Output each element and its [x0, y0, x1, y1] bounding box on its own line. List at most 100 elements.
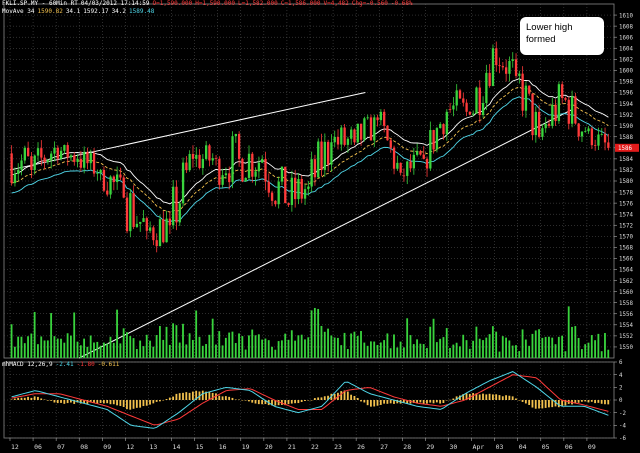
- volume-bar: [112, 342, 115, 358]
- x-tick-label: 12: [126, 443, 134, 451]
- macd-histogram-bar: [317, 397, 320, 400]
- volume-bar: [340, 345, 343, 358]
- candle-body: [20, 160, 23, 170]
- candle-body: [188, 153, 191, 171]
- volume-bar: [557, 336, 560, 358]
- volume-bar: [17, 336, 20, 358]
- x-tick-label: 05: [542, 443, 550, 451]
- volume-bar: [66, 333, 69, 358]
- candle-body: [570, 96, 574, 124]
- macd-histogram-bar: [452, 398, 455, 400]
- volume-bar: [541, 337, 544, 358]
- candle-body: [300, 178, 303, 199]
- macd-histogram-bar: [439, 400, 442, 404]
- y-tick-label: 1552: [619, 334, 633, 340]
- macd-histogram-bar: [23, 397, 26, 400]
- y-tick-label: 1590: [619, 124, 633, 130]
- volume-bar: [498, 351, 501, 358]
- ma-value-3: 1589.48: [129, 8, 155, 15]
- volume-bar: [488, 334, 491, 358]
- macd-histogram-bar: [505, 395, 507, 400]
- candle-body: [125, 197, 129, 232]
- candle-body: [26, 147, 30, 157]
- candle-body: [287, 203, 290, 205]
- volume-bar: [515, 345, 517, 358]
- candle-body: [501, 66, 505, 68]
- volume-bar: [271, 346, 273, 358]
- candle-body: [514, 59, 518, 76]
- candle-body: [211, 158, 214, 161]
- volume-bar: [46, 340, 49, 358]
- candle-body: [241, 158, 244, 182]
- volume-bar: [221, 345, 224, 358]
- macd-histogram-bar: [152, 400, 155, 404]
- candle-body: [205, 145, 208, 159]
- candle-body: [89, 153, 92, 164]
- header-line-1: FKLI.SP.MY - 60Min RT 04/03/2012 17:14:59…: [2, 0, 416, 8]
- candle-body: [155, 240, 158, 247]
- macd-histogram-bar: [557, 400, 560, 408]
- candle-body: [56, 147, 59, 159]
- volume-bar: [195, 310, 198, 358]
- macd-histogram-bar: [386, 400, 389, 404]
- macd-histogram-bar: [383, 400, 385, 404]
- candle-body: [363, 118, 366, 140]
- macd-histogram-bar: [182, 392, 184, 400]
- candle-body: [135, 223, 139, 227]
- volume-bar: [577, 337, 580, 358]
- volume-bar: [379, 342, 382, 358]
- volume-bar: [511, 345, 514, 358]
- candle-body: [43, 157, 46, 162]
- volume-bar: [30, 333, 33, 358]
- volume-bar: [462, 334, 465, 358]
- macd-histogram-bar: [313, 398, 316, 400]
- candle-body: [386, 125, 389, 141]
- y-tick-label: 1560: [619, 290, 633, 296]
- x-tick-label: 26: [357, 443, 365, 451]
- volume-bar: [106, 343, 109, 358]
- candle-body: [40, 148, 43, 158]
- candle-body: [356, 123, 359, 143]
- candle-body: [435, 128, 439, 150]
- candle-body: [561, 84, 564, 99]
- candle-body: [191, 153, 195, 159]
- volume-bar: [353, 331, 356, 358]
- volume-bar: [244, 349, 247, 358]
- macd-histogram-bar: [360, 400, 362, 402]
- volume-bar: [574, 326, 577, 358]
- candle-body: [79, 158, 83, 168]
- volume-bar: [238, 333, 240, 358]
- macd-y-tick-label: 2: [619, 386, 623, 392]
- candle-body: [399, 162, 402, 173]
- candle-body: [379, 111, 383, 121]
- macd-histogram-bar: [165, 399, 168, 400]
- candle-body: [323, 141, 326, 170]
- x-tick-label: 23: [334, 443, 342, 451]
- change-percent: -0.68%: [390, 0, 413, 7]
- macd-histogram-bar: [30, 397, 33, 400]
- volume-bar: [597, 333, 600, 358]
- candle-body: [59, 150, 63, 159]
- candle-body: [445, 111, 448, 135]
- candle-body: [17, 169, 20, 174]
- candle-body: [580, 131, 584, 137]
- volume-bar: [159, 326, 161, 358]
- price-panel-frame: [3, 3, 615, 359]
- volume-bar: [485, 337, 488, 358]
- y-tick-label: 1608: [619, 24, 633, 30]
- macd-histogram-bar: [50, 400, 53, 401]
- candle-body: [23, 147, 26, 161]
- macd-histogram-bar: [353, 396, 356, 400]
- volume-bar: [290, 330, 293, 358]
- volume-bar: [393, 334, 395, 358]
- annotation-line-1: Lower high: [526, 22, 573, 33]
- macd-histogram-bar: [185, 392, 188, 400]
- volume-value: V=4,482: [323, 0, 349, 7]
- volume-bar: [554, 344, 557, 358]
- candle-body: [96, 172, 99, 174]
- candle-body: [458, 90, 462, 99]
- y-tick-label: 1558: [619, 301, 633, 307]
- candle-body: [313, 159, 317, 178]
- macd-histogram-bar: [99, 400, 102, 403]
- x-tick-label: 09: [103, 443, 111, 451]
